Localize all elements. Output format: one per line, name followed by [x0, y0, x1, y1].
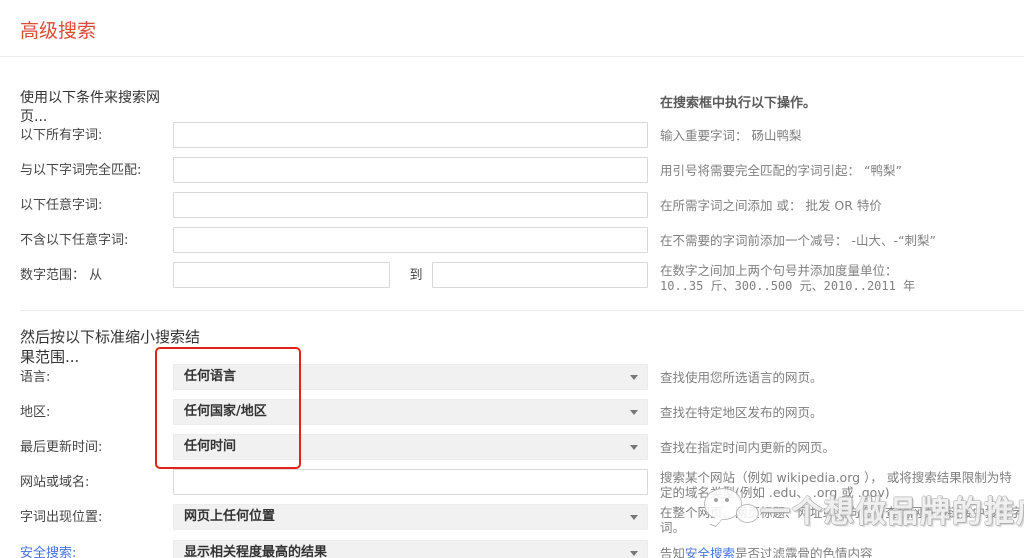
chevron-down-icon — [630, 515, 638, 520]
terms-appearing-select[interactable]: 网页上任何位置 — [173, 504, 648, 530]
region-label: 地区: — [20, 405, 51, 420]
region-select[interactable]: 任何国家/地区 — [173, 399, 648, 425]
watermark-text: 一个想做品牌的推广 — [760, 495, 1024, 530]
all-words-input[interactable] — [173, 122, 648, 148]
exact-phrase-input[interactable] — [173, 157, 648, 183]
number-range-label: 数字范围： 从 — [20, 268, 103, 283]
chevron-down-icon — [630, 410, 638, 415]
wechat-bubbles-icon — [698, 486, 760, 532]
exact-phrase-label: 与以下字词完全匹配: — [20, 163, 142, 178]
row-exact-phrase: 与以下字词完全匹配: 用引号将需要完全匹配的字词引起： “鸭梨” — [0, 157, 1024, 184]
chevron-down-icon — [630, 445, 638, 450]
terms-appearing-label: 字词出现位置: — [20, 510, 103, 525]
page-title: 高级搜索 — [20, 20, 97, 42]
safe-search-select[interactable]: 显示相关程度最高的结果 — [173, 540, 648, 558]
language-select[interactable]: 任何语言 — [173, 364, 648, 390]
row-region: 地区: 任何国家/地区 查找在特定地区发布的网页。 — [0, 399, 1024, 426]
none-words-hint: 在不需要的字词前添加一个减号： -山大、-“刺梨” — [660, 233, 936, 248]
all-words-label: 以下所有字词: — [20, 128, 103, 143]
safe-search-inline-link[interactable]: 安全搜索 — [685, 546, 735, 558]
site-domain-label: 网站或域名: — [20, 475, 90, 490]
header-divider — [0, 56, 1024, 57]
chevron-down-icon — [630, 375, 638, 380]
chevron-down-icon — [630, 551, 638, 556]
language-hint: 查找使用您所选语言的网页。 — [660, 370, 823, 385]
all-words-hint: 输入重要字词： 砀山鸭梨 — [660, 128, 802, 143]
watermark: 一个想做品牌的推广 — [698, 486, 1024, 532]
row-safe-search: 安全搜索: 显示相关程度最高的结果 告知安全搜索是否过滤露骨的色情内容 — [0, 540, 1024, 558]
number-range-hint: 在数字之间加上两个句号并添加度量单位： 10..35 斤、300..500 元、… — [660, 263, 916, 293]
language-label: 语言: — [20, 370, 51, 385]
row-last-update: 最后更新时间: 任何时间 查找在指定时间内更新的网页。 — [0, 434, 1024, 461]
none-words-input[interactable] — [173, 227, 648, 253]
region-hint: 查找在特定地区发布的网页。 — [660, 405, 823, 420]
any-words-label: 以下任意字词: — [20, 198, 103, 213]
last-update-hint: 查找在指定时间内更新的网页。 — [660, 440, 836, 455]
row-language: 语言: 任何语言 查找使用您所选语言的网页。 — [0, 364, 1024, 391]
searchbox-actions-header: 在搜索框中执行以下操作。 — [660, 96, 817, 111]
section-divider — [20, 310, 1024, 311]
any-words-input[interactable] — [173, 192, 648, 218]
site-domain-input[interactable] — [173, 469, 648, 495]
number-range-to-label: 到 — [409, 268, 423, 283]
last-update-select[interactable]: 任何时间 — [173, 434, 648, 460]
exact-phrase-hint: 用引号将需要完全匹配的字词引起： “鸭梨” — [660, 163, 902, 178]
number-range-from-input[interactable] — [173, 262, 390, 288]
safe-search-hint: 告知安全搜索是否过滤露骨的色情内容 — [660, 540, 1024, 558]
number-range-to-input[interactable] — [432, 262, 648, 288]
none-words-label: 不含以下任意字词: — [20, 233, 129, 248]
any-words-hint: 在所需字词之间添加 或： 批发 OR 特价 — [660, 198, 882, 213]
safe-search-link-label[interactable]: 安全搜索: — [20, 540, 170, 558]
row-number-range: 数字范围： 从 到 在数字之间加上两个句号并添加度量单位： 10..35 斤、3… — [0, 262, 1024, 293]
row-none-words: 不含以下任意字词: 在不需要的字词前添加一个减号： -山大、-“刺梨” — [0, 227, 1024, 254]
narrow-section-header: 然后按以下标准缩小搜索结果范围... — [20, 328, 201, 366]
advanced-search-page: 高级搜索 使用以下条件来搜索网页... 在搜索框中执行以下操作。 以下所有字词:… — [0, 0, 1024, 558]
last-update-label: 最后更新时间: — [20, 440, 103, 455]
row-all-words: 以下所有字词: 输入重要字词： 砀山鸭梨 — [0, 122, 1024, 149]
row-any-words: 以下任意字词: 在所需字词之间添加 或： 批发 OR 特价 — [0, 192, 1024, 219]
